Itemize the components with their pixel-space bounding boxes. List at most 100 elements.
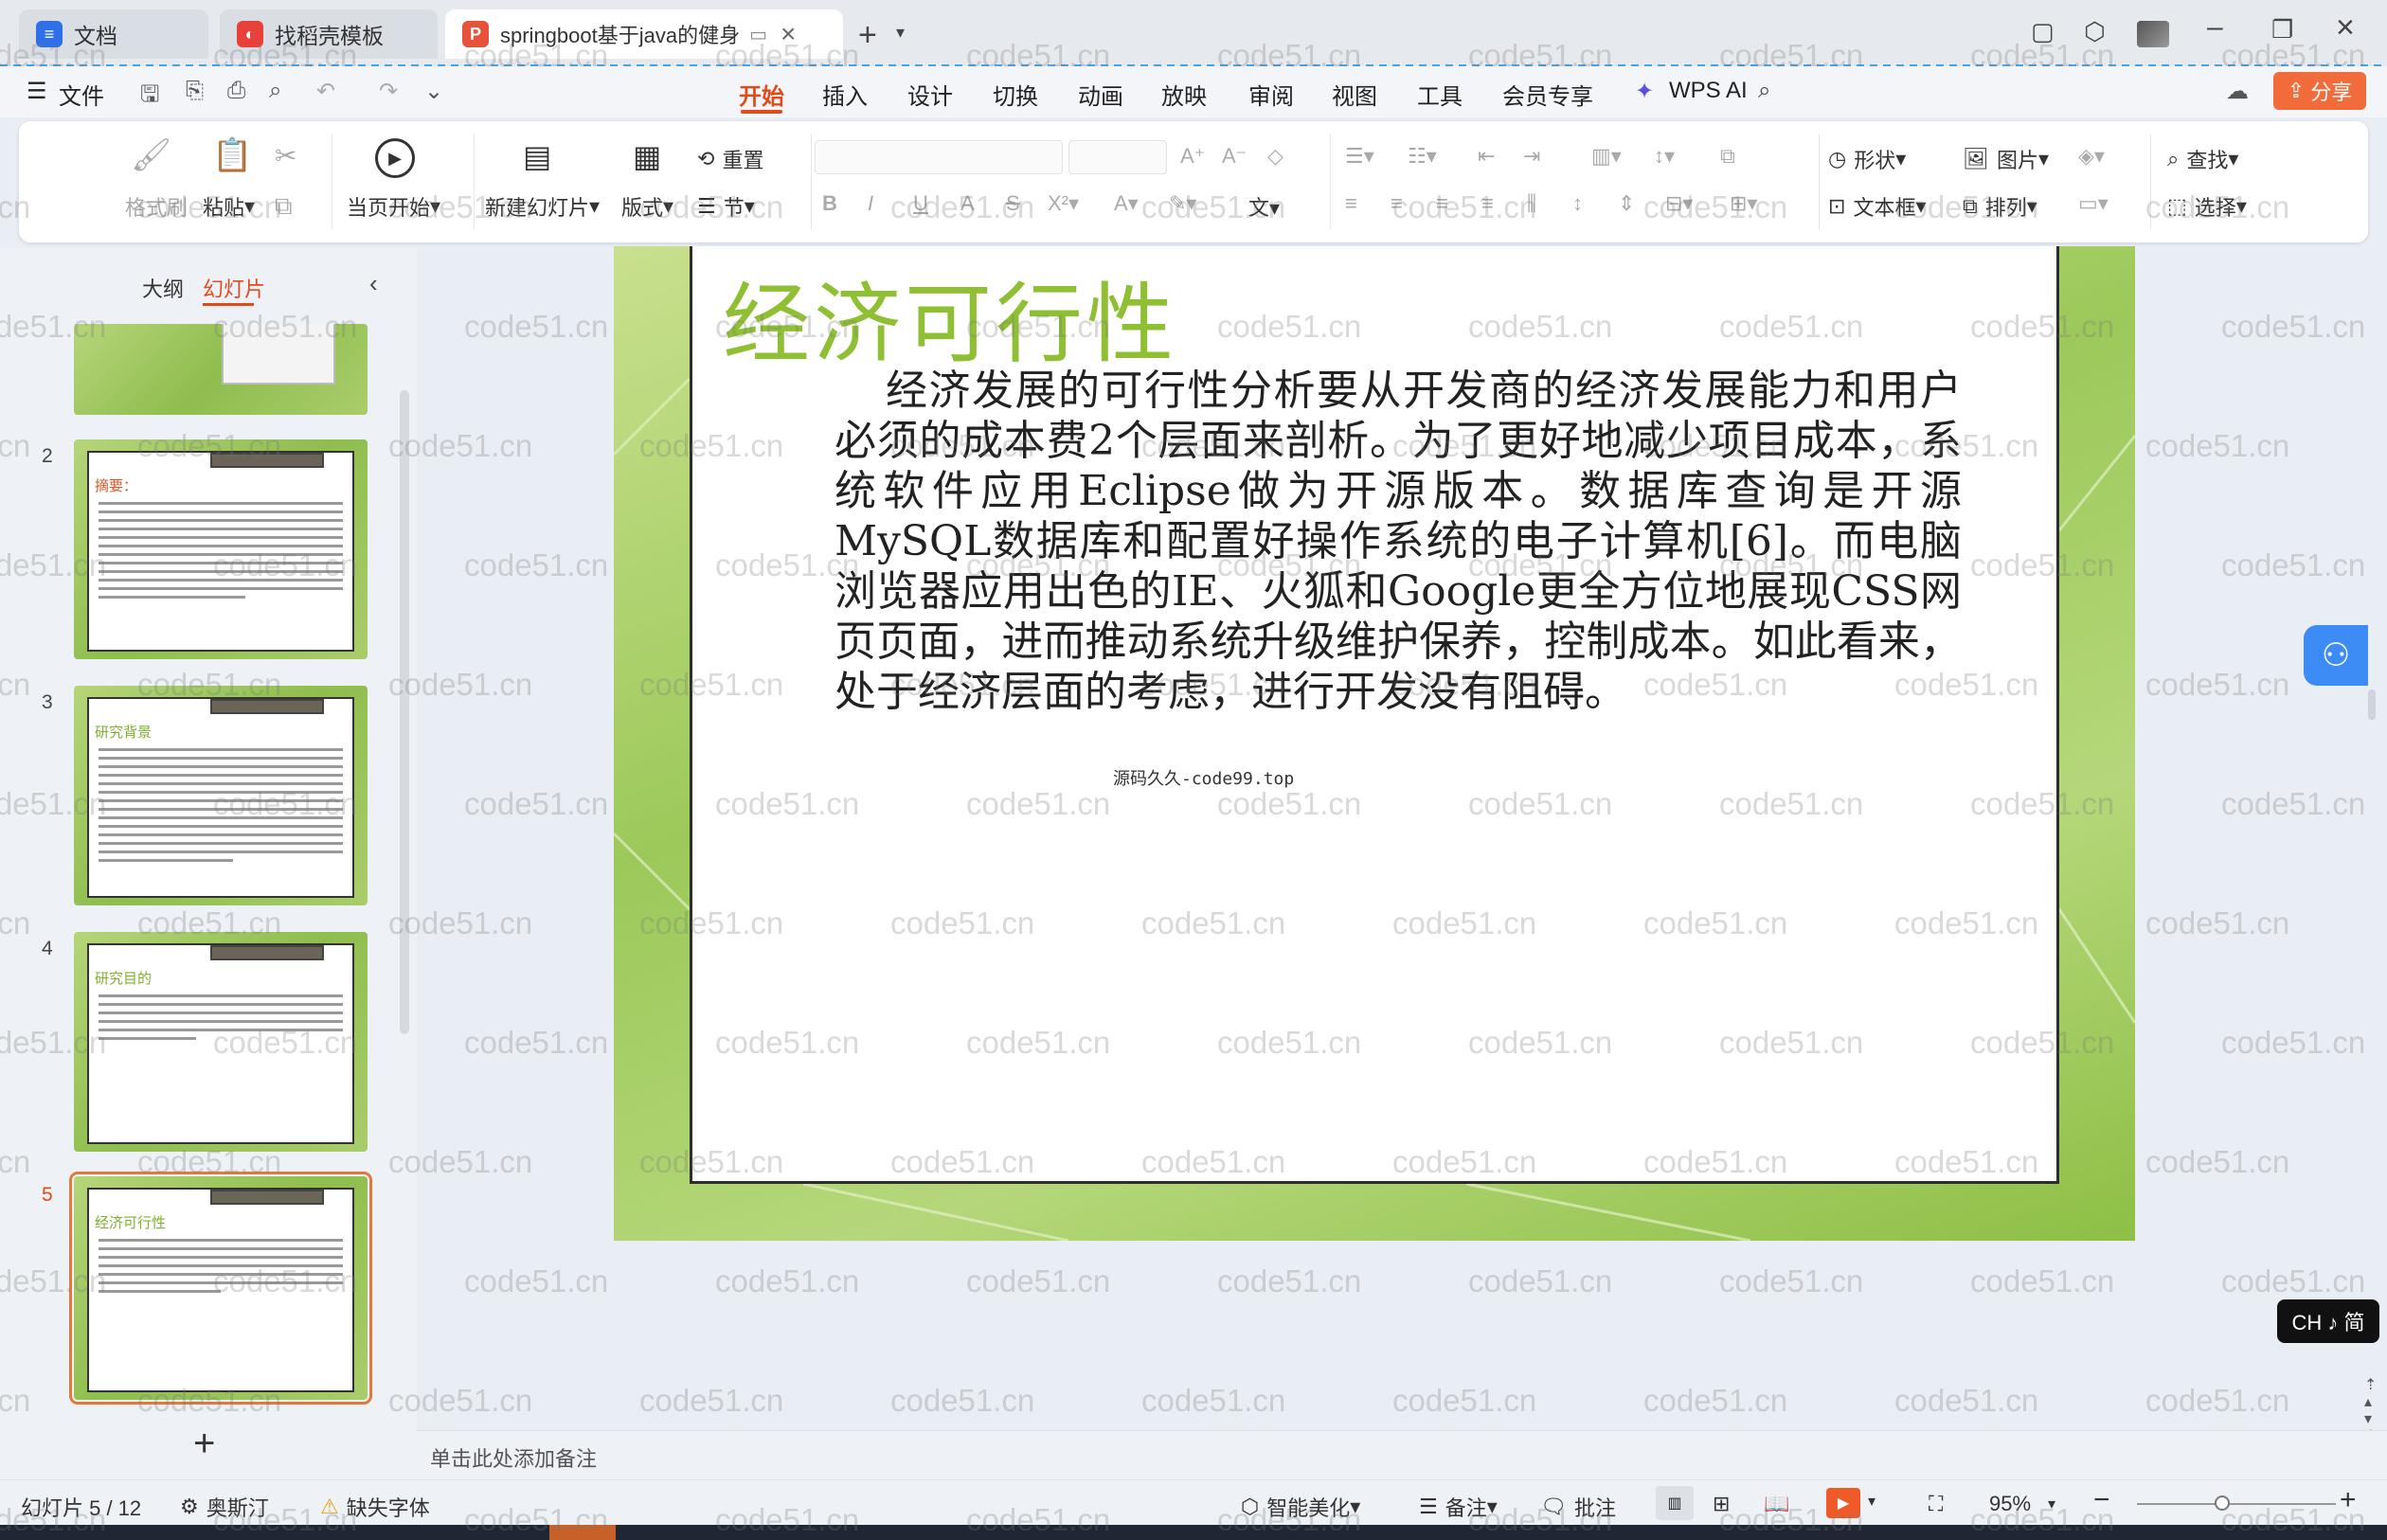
font-family-select[interactable] bbox=[815, 140, 1063, 174]
preview-icon[interactable]: ⌕ bbox=[269, 78, 281, 104]
underline-icon[interactable]: U bbox=[913, 191, 928, 216]
layout-button[interactable]: 版式 ▾ bbox=[621, 191, 673, 222]
convert-icon[interactable]: ⧉ bbox=[1720, 144, 1735, 169]
maximize-icon[interactable]: ❐ bbox=[2271, 15, 2293, 45]
paste-button[interactable]: 粘贴 ▾ bbox=[203, 191, 255, 222]
bold-icon[interactable]: B bbox=[822, 191, 837, 216]
highlight-icon[interactable]: ✎▾ bbox=[1169, 191, 1196, 216]
section-button[interactable]: ☰ 节 ▾ bbox=[697, 191, 755, 222]
tab-outline[interactable]: 大纲 bbox=[142, 273, 184, 303]
columns-icon[interactable]: ▥▾ bbox=[1591, 144, 1622, 169]
collapse-panel-icon[interactable]: ‹ bbox=[369, 269, 378, 298]
menu-design[interactable]: 设计 bbox=[907, 78, 953, 111]
shrink-font-icon[interactable]: A⁻ bbox=[1222, 144, 1247, 169]
new-slide-button[interactable]: 新建幻灯片 ▾ bbox=[485, 191, 600, 222]
smart-art-icon[interactable]: ⊞▾ bbox=[1730, 191, 1757, 216]
play-icon[interactable]: ▶ bbox=[375, 138, 415, 178]
find-button[interactable]: ⌕ 查找 ▾ bbox=[2167, 144, 2238, 174]
notes-placeholder[interactable]: 单击此处添加备注 bbox=[430, 1442, 597, 1473]
italic-icon[interactable]: I bbox=[868, 191, 873, 216]
panel-scrollbar[interactable] bbox=[400, 390, 409, 1034]
notes-toggle-button[interactable]: ☰ 备注 ▾ bbox=[1419, 1492, 1498, 1522]
menu-animation[interactable]: 动画 bbox=[1078, 78, 1123, 111]
cube-icon[interactable]: ⬡ bbox=[2084, 17, 2106, 46]
zoom-slider[interactable] bbox=[2137, 1503, 2336, 1505]
menu-review[interactable]: 审阅 bbox=[1248, 78, 1294, 111]
tab-docs[interactable]: ≡ 文档 bbox=[19, 9, 208, 59]
fit-window-icon[interactable]: ⛶ bbox=[1929, 1492, 1943, 1516]
new-tab-icon[interactable]: + bbox=[858, 17, 877, 54]
slide-thumbnail-4[interactable]: 研究目的 bbox=[74, 932, 368, 1152]
select-button[interactable]: ⬚ 选择 ▾ bbox=[2167, 191, 2247, 222]
grow-font-icon[interactable]: A⁺ bbox=[1180, 144, 1205, 169]
export-icon[interactable]: ⎘ bbox=[186, 78, 204, 104]
zoom-out-icon[interactable]: − bbox=[2093, 1484, 2110, 1516]
menu-home[interactable]: 开始 bbox=[739, 78, 784, 111]
shape-button[interactable]: ◷ 形状 ▾ bbox=[1828, 144, 1906, 174]
tab-active-presentation[interactable]: P springboot基于java的健身 ▭ × bbox=[445, 9, 843, 59]
outline-icon[interactable]: ▭▾ bbox=[2078, 191, 2109, 216]
fill-icon[interactable]: ◈▾ bbox=[2078, 144, 2105, 169]
more-icon[interactable]: ⌄ bbox=[424, 78, 443, 105]
bullet-list-icon[interactable]: ☰▾ bbox=[1345, 144, 1374, 169]
tab-templates[interactable]: ◐ 找稻壳模板 bbox=[220, 9, 438, 59]
slide-thumbnail-3[interactable]: 研究背景 bbox=[74, 686, 368, 905]
numbered-list-icon[interactable]: ☷▾ bbox=[1408, 144, 1437, 169]
tab-slides[interactable]: 幻灯片 bbox=[203, 273, 265, 303]
phonetic-icon[interactable]: 文▾ bbox=[1248, 191, 1280, 222]
avatar[interactable] bbox=[2137, 21, 2169, 47]
redo-icon[interactable]: ↷ bbox=[379, 78, 398, 105]
clear-format-icon[interactable]: ◇ bbox=[1267, 144, 1283, 169]
slide-canvas[interactable]: 经济可行性 经济发展的可行性分析要从开发商的经济发展能力和用户必须的成本费2个层… bbox=[614, 246, 2135, 1241]
format-painter-icon[interactable]: 🖌 bbox=[131, 136, 171, 174]
menu-wps-ai[interactable]: WPS AI bbox=[1669, 78, 1748, 104]
theme-button[interactable]: ⚙ 奥斯汀 bbox=[180, 1492, 269, 1522]
menu-slideshow[interactable]: 放映 bbox=[1161, 78, 1207, 111]
align-center-icon[interactable]: ≡ bbox=[1391, 191, 1403, 216]
share-button[interactable]: ⇪ 分享 bbox=[2273, 72, 2366, 110]
minimize-icon[interactable]: – bbox=[2207, 11, 2223, 44]
slide-thumbnail-2[interactable]: 摘要： bbox=[74, 439, 368, 659]
window-mode-icon[interactable]: ▢ bbox=[2031, 17, 2055, 46]
undo-icon[interactable]: ↶ bbox=[316, 78, 335, 105]
reset-button[interactable]: ⟲ 重置 bbox=[697, 144, 763, 174]
font-size-select[interactable] bbox=[1068, 140, 1167, 174]
arrange-button[interactable]: ⧉ 排列 ▾ bbox=[1963, 191, 2037, 222]
align-right-icon[interactable]: ≡ bbox=[1436, 191, 1448, 216]
screen-icon[interactable]: ▭ bbox=[749, 23, 767, 46]
slideshow-play-icon[interactable]: ▶ bbox=[1826, 1488, 1860, 1518]
decrease-indent-icon[interactable]: ⇤ bbox=[1478, 144, 1495, 169]
layout-icon[interactable]: ▦ bbox=[633, 138, 661, 174]
ime-indicator[interactable]: CH ♪ 简 bbox=[2277, 1299, 2379, 1343]
cloud-assistant-icon[interactable]: ⚇ bbox=[2304, 625, 2368, 686]
cloud-upload-icon[interactable]: ☁ bbox=[2226, 78, 2249, 105]
text-outline-icon[interactable]: A bbox=[960, 191, 975, 216]
slide-sorter-icon[interactable]: ⊞ bbox=[1713, 1492, 1730, 1516]
strikethrough-icon[interactable]: S bbox=[1006, 191, 1020, 216]
vertical-scrollbar[interactable] bbox=[2368, 689, 2376, 720]
smart-beautify-button[interactable]: ⬡ 智能美化 ▾ bbox=[1241, 1492, 1360, 1522]
normal-view-icon[interactable]: ▥ bbox=[1656, 1486, 1694, 1520]
slide-title[interactable]: 经济可行性 bbox=[723, 254, 1177, 380]
zoom-in-icon[interactable]: + bbox=[2340, 1484, 2357, 1516]
justify-icon[interactable]: ≡ bbox=[1481, 191, 1494, 216]
slide-body-text[interactable]: 经济发展的可行性分析要从开发商的经济发展能力和用户必须的成本费2个层面来剖析。为… bbox=[835, 366, 1962, 717]
menu-file[interactable]: 文件 bbox=[59, 78, 104, 111]
font-color-icon[interactable]: A▾ bbox=[1114, 191, 1139, 216]
print-icon[interactable]: ⎙ bbox=[227, 78, 245, 104]
add-slide-icon[interactable]: + bbox=[193, 1423, 215, 1465]
new-slide-icon[interactable]: ▤ bbox=[523, 138, 551, 174]
text-direction-icon[interactable]: ↕▾ bbox=[1654, 144, 1675, 169]
distribute-icon[interactable]: ⫼ bbox=[1527, 191, 1536, 216]
slide-thumbnail-1[interactable] bbox=[74, 324, 368, 415]
vertical-align-icon[interactable]: ⊟▾ bbox=[1665, 191, 1693, 216]
close-tab-icon[interactable]: × bbox=[781, 19, 796, 49]
missing-font-button[interactable]: ⚠ 缺失字体 bbox=[320, 1492, 430, 1522]
line-spacing-icon[interactable]: ↕ bbox=[1572, 191, 1583, 216]
picture-button[interactable]: 🖼 图片 ▾ bbox=[1963, 144, 2049, 174]
search-icon[interactable]: ⌕ bbox=[1758, 78, 1770, 104]
hamburger-icon[interactable]: ☰ bbox=[27, 78, 47, 105]
notes-area[interactable]: 单击此处添加备注 bbox=[417, 1430, 2387, 1479]
save-icon[interactable]: 🖫 bbox=[140, 78, 159, 116]
paste-icon[interactable]: 📋 bbox=[212, 136, 252, 174]
